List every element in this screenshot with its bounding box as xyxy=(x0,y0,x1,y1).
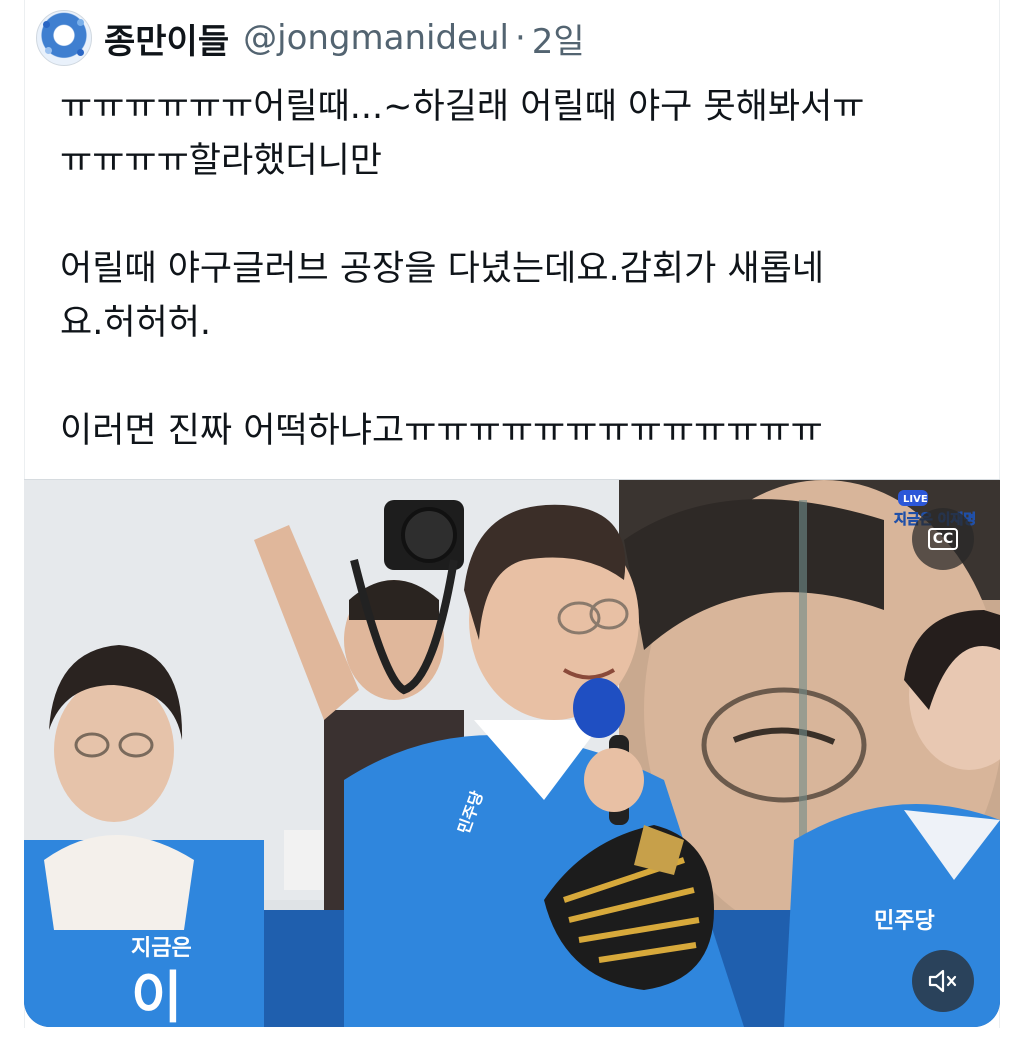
mute-button[interactable] xyxy=(912,950,974,1012)
tweet-text-line: ㅠㅠㅠㅠㅠㅠ어릴때...~하길래 어릴때 야구 못해봐서ㅠ xyxy=(60,87,865,127)
captions-button[interactable]: CC xyxy=(912,508,974,570)
tweet-video[interactable]: 지금은 이 민주당 민주당 LIVE 지금은 이재명 xyxy=(24,479,1000,1027)
dot-separator: · xyxy=(514,18,526,58)
jacket-text-right: 민주당 xyxy=(874,909,935,934)
author-name[interactable]: 종만이들 xyxy=(104,14,229,63)
tweet-text-line: ㅠㅠㅠㅠ할라했더니만 xyxy=(60,141,383,181)
live-badge: LIVE xyxy=(903,494,928,505)
tweet-text-line: 어릴때 야구글러브 공장을 다녔는데요.감회가 새롭네 xyxy=(60,249,825,289)
speaker-muted-icon xyxy=(928,969,957,993)
author-avatar[interactable] xyxy=(36,10,92,66)
tweet-text-line: 요.허허허. xyxy=(60,303,212,343)
tweet-text: ㅠㅠㅠㅠㅠㅠ어릴때...~하길래 어릴때 야구 못해봐서ㅠ ㅠㅠㅠㅠ할라했더니만… xyxy=(60,80,960,458)
author-handle[interactable]: @jongmanideul xyxy=(243,18,509,58)
tweet-header: 종만이들 @jongmanideul · 2일 xyxy=(36,8,585,68)
jacket-text-left: 지금은 xyxy=(131,936,192,961)
tweet-timestamp[interactable]: 2일 xyxy=(532,14,585,63)
video-frame: 지금은 이 민주당 민주당 LIVE 지금은 이재명 xyxy=(24,480,1000,1027)
tweet-text-line: 이러면 진짜 어떡하냐고ㅠㅠㅠㅠㅠㅠㅠㅠㅠㅠㅠㅠㅠ xyxy=(60,411,823,451)
cc-icon: CC xyxy=(927,528,959,550)
jacket-big-text: 이 xyxy=(131,966,183,1027)
